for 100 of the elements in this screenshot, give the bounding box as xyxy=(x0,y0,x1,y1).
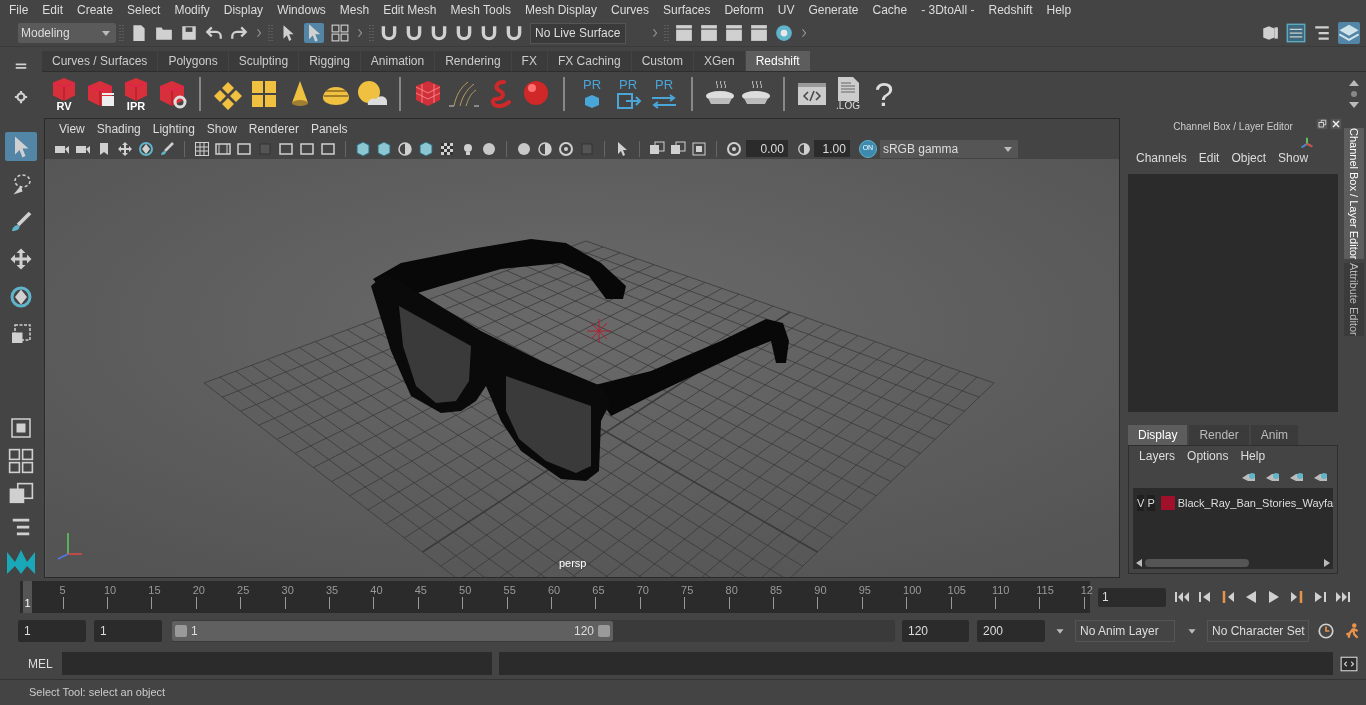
frame-icon[interactable] xyxy=(235,140,252,157)
menu-item[interactable]: Create xyxy=(70,1,121,19)
grip-icon[interactable] xyxy=(268,24,274,42)
shelf-tab[interactable]: Redshift xyxy=(745,51,810,71)
end-frame-field[interactable]: 200 xyxy=(977,620,1045,642)
shelf-tab[interactable]: Sculpting xyxy=(228,51,299,71)
menu-item[interactable]: Mesh xyxy=(332,1,377,19)
layer-tab[interactable]: Display xyxy=(1128,425,1188,445)
shelf-tab[interactable]: XGen xyxy=(693,51,745,71)
menu-item[interactable]: Curves xyxy=(604,1,657,19)
grip-icon[interactable] xyxy=(369,24,375,42)
mode-dropdown[interactable]: Modeling xyxy=(18,23,116,43)
clock-icon[interactable] xyxy=(1317,622,1335,640)
command-language-label[interactable]: MEL xyxy=(28,654,62,673)
new-layer-icon[interactable] xyxy=(1289,471,1306,483)
menu-item[interactable]: Edit xyxy=(35,1,71,19)
sphere-icon[interactable] xyxy=(515,140,532,157)
menu-item[interactable]: Select xyxy=(120,1,168,19)
clapper-icon[interactable] xyxy=(700,24,718,42)
ring-icon[interactable] xyxy=(775,24,793,42)
clapper-icon[interactable] xyxy=(750,24,768,42)
menu-item[interactable]: Renderer xyxy=(242,119,305,138)
exposure-field[interactable]: 0.00 xyxy=(745,140,788,157)
shelf-tab[interactable]: FX xyxy=(511,51,547,71)
character-set-dropdown[interactable]: No Character Set xyxy=(1207,620,1309,642)
aperture-icon[interactable] xyxy=(725,140,742,157)
layout-icon[interactable] xyxy=(8,416,33,440)
cube-icon[interactable] xyxy=(375,140,392,157)
current-frame-marker[interactable]: 1 xyxy=(23,581,32,613)
command-input-field[interactable] xyxy=(62,652,492,675)
menu-item[interactable]: Edit Mesh xyxy=(376,1,444,19)
blocks-icon[interactable] xyxy=(1261,24,1279,42)
step-back-icon[interactable] xyxy=(1197,589,1213,605)
four-pane-icon[interactable] xyxy=(7,448,34,474)
layer-name[interactable]: Black_Ray_Ban_Stories_Wayfa xyxy=(1177,494,1334,512)
cube-icon[interactable] xyxy=(417,140,434,157)
menu-item[interactable]: Redshift xyxy=(981,1,1040,19)
new-layer-selected-icon[interactable] xyxy=(1313,471,1330,483)
cube-icon[interactable] xyxy=(354,140,371,157)
menu-item[interactable]: Channels xyxy=(1130,149,1193,167)
menu-item[interactable]: Lighting xyxy=(146,119,201,138)
shelf-tab[interactable]: Rigging xyxy=(299,51,360,71)
menu-item[interactable]: Show xyxy=(200,119,243,138)
axes-icon[interactable] xyxy=(1300,136,1315,150)
menu-item[interactable]: Display xyxy=(216,1,271,19)
frame-icon[interactable] xyxy=(298,140,315,157)
playback-toggle[interactable]: P xyxy=(1147,495,1155,511)
live-surface-field[interactable]: No Live Surface xyxy=(530,22,626,44)
grip-icon[interactable] xyxy=(598,625,610,637)
magnet-icon[interactable] xyxy=(480,24,498,42)
color-space-dropdown[interactable]: sRGB gamma xyxy=(879,139,1018,158)
menu-item[interactable]: Help xyxy=(1234,447,1272,465)
undo-icon[interactable] xyxy=(205,24,223,42)
list-icon[interactable] xyxy=(1313,24,1331,42)
menu-item[interactable]: Edit xyxy=(1192,149,1226,167)
start-frame-field[interactable]: 1 xyxy=(18,620,86,642)
layer-tab[interactable]: Render xyxy=(1189,425,1249,445)
magnet-icon[interactable] xyxy=(430,24,448,42)
script-editor-icon[interactable] xyxy=(1340,654,1358,673)
menu-item[interactable]: File xyxy=(2,1,36,19)
ring-icon[interactable] xyxy=(557,140,574,157)
shelf-tab[interactable]: FX Caching xyxy=(547,51,631,71)
checker-icon[interactable] xyxy=(438,140,455,157)
clapper-icon[interactable] xyxy=(675,24,693,42)
menu-item[interactable]: Surfaces xyxy=(656,1,718,19)
frame-icon[interactable] xyxy=(277,140,294,157)
select-mode-icon[interactable] xyxy=(304,23,324,43)
step-forward-icon[interactable] xyxy=(1312,589,1328,605)
menu-item[interactable]: Cache xyxy=(865,1,915,19)
menu-item[interactable]: UV xyxy=(770,1,802,19)
half-circle-icon[interactable] xyxy=(396,140,413,157)
magnet-icon[interactable] xyxy=(455,24,473,42)
brush-icon[interactable] xyxy=(158,140,175,157)
playback-end-field[interactable]: 120 xyxy=(902,620,969,642)
shelf-button[interactable]: PR xyxy=(610,75,646,113)
grip-icon[interactable] xyxy=(119,24,125,42)
menu-item[interactable]: Options xyxy=(1181,447,1235,465)
scroll-right-icon[interactable] xyxy=(1323,558,1332,568)
skip-forward-icon[interactable] xyxy=(1335,589,1351,605)
side-tab[interactable]: Attribute Editor xyxy=(1344,263,1365,337)
menu-item[interactable]: View xyxy=(52,119,91,138)
menu-item[interactable]: Mesh Tools xyxy=(443,1,518,19)
visibility-toggle[interactable]: V xyxy=(1137,495,1145,511)
magnet-icon[interactable] xyxy=(380,24,398,42)
half-circle-icon[interactable] xyxy=(536,140,553,157)
frame-icon[interactable] xyxy=(319,140,336,157)
scrollbar-thumb[interactable] xyxy=(1145,559,1250,567)
gamma-field[interactable]: 1.00 xyxy=(813,140,850,157)
menu-item[interactable]: Deform xyxy=(717,1,771,19)
playback-start-field[interactable]: 1 xyxy=(94,620,162,642)
grid-icon[interactable] xyxy=(193,140,210,157)
save-icon[interactable] xyxy=(180,24,198,42)
range-track[interactable]: 1 120 xyxy=(172,620,895,642)
document-icon[interactable] xyxy=(835,77,861,101)
menu-item[interactable]: Generate xyxy=(801,1,866,19)
clapper-icon[interactable] xyxy=(725,24,743,42)
menu-item[interactable]: Windows xyxy=(270,1,333,19)
layer-color-swatch[interactable] xyxy=(1160,496,1175,510)
shelf-button[interactable]: PR xyxy=(646,75,682,113)
close-icon[interactable] xyxy=(1330,118,1343,130)
